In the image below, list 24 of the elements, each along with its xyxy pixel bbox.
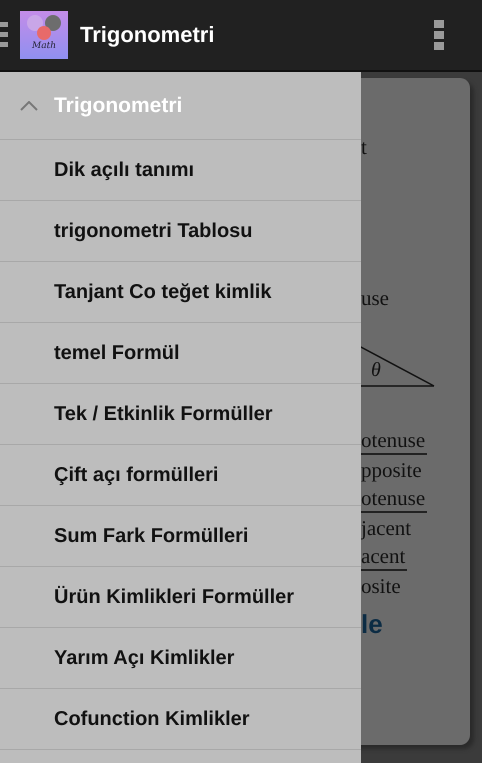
formula-text: jacent [361,515,412,541]
menu-icon[interactable] [0,22,8,48]
overflow-menu-icon[interactable] [434,20,444,50]
drawer-item[interactable]: Dik açılı tanımı [0,140,361,201]
drawer-item[interactable]: Çift açı formülleri [0,445,361,506]
formula-text: osite [361,573,401,599]
letter-bubbles-icon [24,14,64,40]
drawer-item[interactable]: Sum Fark Formülleri [0,506,361,567]
drawer-item[interactable]: temel Formül [0,323,361,384]
drawer-item[interactable]: Tek / Etkinlik Formüller [0,384,361,445]
drawer-item[interactable]: Yarım Açı Kimlikler [0,628,361,689]
formula-text: use [361,285,389,311]
app-title: Trigonometri [80,22,216,48]
app-logo[interactable]: Math [20,11,68,59]
drawer-item[interactable]: Ürün Kimlikleri Formüller [0,567,361,628]
drawer-item[interactable]: Cofunction Kimlikler [0,689,361,750]
drawer-item[interactable]: Tanjant Co teğet kimlik [0,262,361,323]
logo-text: Math [32,40,56,52]
drawer-item[interactable]: trigonometri Tablosu [0,201,361,262]
chevron-icon [20,100,38,110]
formula-text: pposite [361,457,422,483]
angle-label: θ [371,359,381,382]
formula-text: t [361,134,367,160]
section-heading: le [361,613,383,635]
